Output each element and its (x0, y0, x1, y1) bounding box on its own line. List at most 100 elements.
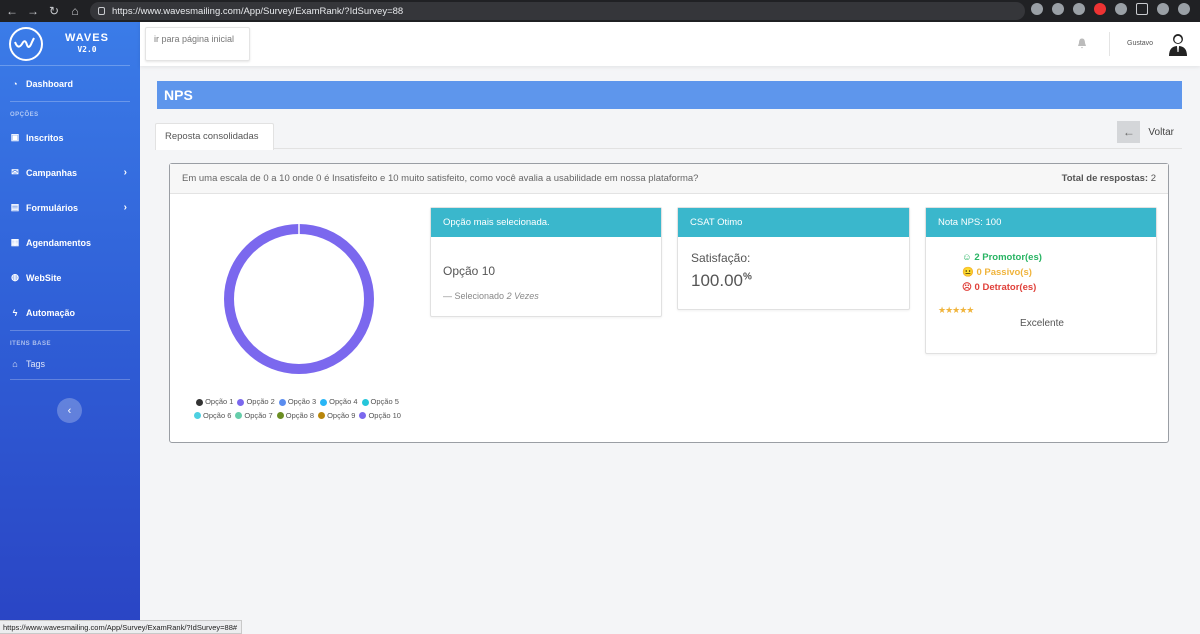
sidebar-item-agendamentos[interactable]: ▦ Agendamentos (0, 225, 140, 260)
legend-item[interactable]: Opção 8 (276, 410, 314, 422)
total-responses: Total de respostas: 2 (1062, 173, 1156, 184)
back-button[interactable]: ← (1117, 121, 1141, 143)
back-arrow-icon[interactable]: ← (3, 4, 21, 18)
nps-score-header: Nota NPS: 100 (926, 208, 1156, 237)
most-selected-box: Opção mais selecionada. Opção 10 — Selec… (430, 207, 662, 317)
satisfaction-unit: % (743, 271, 752, 283)
tab-reposta-consolidadas[interactable]: Reposta consolidadas (155, 123, 274, 150)
extension-icon[interactable] (1094, 3, 1106, 15)
user-name[interactable]: Gustavo (1127, 40, 1153, 47)
sidebar-divider (10, 379, 130, 380)
google-icon[interactable] (1031, 3, 1043, 15)
legend-swatch (196, 398, 204, 406)
brand-name: WAVES (65, 31, 109, 44)
sidebar-item-tags[interactable]: ⌂ Tags (0, 349, 140, 379)
donut-slice-10[interactable] (224, 224, 374, 374)
survey-question-header: Em uma escala de 0 a 10 onde 0 é Insatis… (170, 164, 1168, 194)
legend-item[interactable]: Opção 7 (235, 410, 273, 422)
sidebar-item-label: Agendamentos (26, 237, 92, 248)
legend-item[interactable]: Opção 1 (196, 396, 233, 408)
detractors-count: ☹ 0 Detrator(es) (962, 282, 1037, 293)
sidebar-item-website[interactable]: ◍ WebSite (0, 260, 140, 295)
total-label: Total de respostas: (1061, 173, 1149, 184)
sidebar-item-dashboard[interactable]: ◔ Dashboard (0, 66, 140, 101)
legend-label: Opção 3 (287, 397, 317, 406)
sidepanel-icon[interactable] (1136, 3, 1148, 15)
legend-swatch (237, 398, 245, 406)
csat-header: CSAT Otimo (678, 208, 909, 237)
legend-item[interactable]: Opção 3 (278, 396, 317, 408)
sidebar-section-options: OPÇÕES (10, 112, 39, 118)
legend-label: Opção 4 (329, 397, 358, 406)
legend-label: Opção 6 (203, 410, 232, 420)
sidebar-item-label: Formulários (26, 202, 79, 213)
legend-item[interactable]: Opção 2 (237, 396, 275, 408)
legend-swatch (278, 398, 286, 406)
share-icon[interactable] (1052, 3, 1064, 15)
most-selected-count: — Selecionado 2 Vezes (443, 291, 539, 301)
address-bar[interactable]: https://www.wavesmailing.com/App/Survey/… (90, 2, 1025, 20)
status-bar: https://www.wavesmailing.com/App/Survey/… (0, 620, 243, 634)
sidebar-item-label: Dashboard (26, 78, 74, 89)
legend-label: Opção 5 (370, 397, 399, 406)
legend-item[interactable]: Opção 6 (194, 410, 231, 422)
tabs-row: Reposta consolidadas ← Voltar (155, 121, 1182, 150)
back-control[interactable]: ← Voltar (1117, 121, 1182, 143)
sidebar-item-campanhas[interactable]: ✉ Campanhas › (0, 155, 140, 190)
legend-item[interactable]: Opção 9 (318, 410, 355, 422)
avatar[interactable] (1168, 32, 1188, 56)
calendar-icon: ▦ (10, 237, 20, 247)
chevron-left-icon: ‹ (67, 404, 72, 417)
topbar: ir para página inicial Gustavo (140, 22, 1200, 66)
bell-icon[interactable] (1077, 38, 1087, 49)
address-book-icon: ▣ (10, 132, 20, 142)
most-selected-option: Opção 10 (443, 264, 496, 278)
chevron-right-icon: › (123, 202, 127, 213)
csat-box: CSAT Otimo Satisfação: 100.00% (677, 207, 910, 310)
envelope-icon: ✉ (11, 167, 19, 177)
sidebar-item-inscritos[interactable]: ▣ Inscritos (0, 120, 140, 155)
total-value: 2 (1150, 173, 1156, 184)
sidebar-item-formularios[interactable]: ▤ Formulários › (0, 190, 140, 225)
brand-version: V2.0 (77, 44, 97, 54)
home-icon[interactable]: ⌂ (66, 4, 84, 18)
home-link[interactable]: ir para página inicial (145, 27, 250, 61)
selected-times: 2 Vezes (506, 291, 539, 301)
legend-label: Opção 1 (205, 397, 234, 406)
back-label[interactable]: Voltar (1148, 127, 1174, 138)
topbar-divider (1109, 32, 1110, 56)
address-url: https://www.wavesmailing.com/App/Survey/… (112, 5, 404, 17)
satisfaction-number: 100.00 (691, 271, 743, 290)
globe-icon: ◍ (11, 272, 19, 282)
sidebar-collapse-button[interactable]: ‹ (57, 398, 82, 423)
waves-logo-icon (9, 26, 43, 61)
reload-icon[interactable]: ↻ (45, 4, 63, 18)
brand[interactable]: WAVES V2.0 (0, 22, 130, 66)
legend-label: Opção 7 (244, 410, 273, 420)
legend-swatch (359, 412, 367, 419)
star-icon[interactable] (1073, 3, 1085, 15)
sidebar-item-label: Tags (26, 359, 46, 369)
legend-label: Opção 10 (368, 410, 401, 420)
lock-icon (98, 7, 105, 15)
brand-text: WAVES V2.0 (65, 32, 109, 56)
sidebar-item-label: WebSite (26, 272, 62, 283)
browser-toolbar: ← → ↻ ⌂ https://www.wavesmailing.com/App… (0, 0, 1200, 22)
sidebar-item-automacao[interactable]: ϟ Automação (0, 295, 140, 330)
survey-question: Em uma escala de 0 a 10 onde 0 é Insatis… (182, 173, 699, 184)
page-title: NPS (157, 81, 1182, 109)
rating-label: Excelente (1020, 318, 1064, 329)
dashboard-icon: ◔ (12, 78, 18, 89)
profile-icon[interactable] (1157, 3, 1169, 15)
legend-item[interactable]: Opção 10 (359, 410, 401, 422)
puzzle-icon[interactable] (1115, 3, 1127, 15)
tag-icon: ⌂ (12, 359, 18, 369)
forward-arrow-icon[interactable]: → (24, 4, 42, 18)
sidebar-item-label: Automação (26, 307, 76, 318)
legend-item[interactable]: Opção 5 (361, 396, 399, 408)
selected-prefix: — Selecionado (443, 291, 505, 301)
legend-item[interactable]: Opção 4 (320, 396, 358, 408)
kebab-menu-icon[interactable] (1178, 3, 1190, 15)
sidebar-section-base: ITENS BASE (10, 341, 52, 347)
legend-swatch (320, 398, 328, 406)
